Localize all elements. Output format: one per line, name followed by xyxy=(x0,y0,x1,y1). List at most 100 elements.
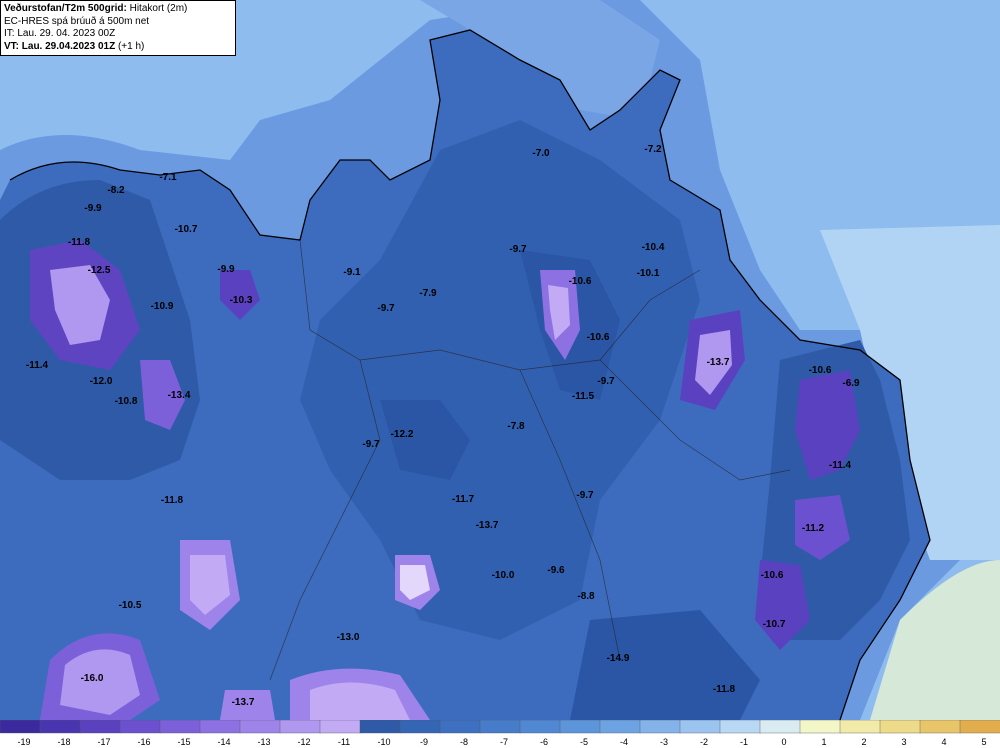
temperature-label: -6.9 xyxy=(842,378,860,389)
colorbar-swatch xyxy=(159,720,201,734)
colorbar-swatch xyxy=(839,720,881,734)
colorbar-tick: -5 xyxy=(580,737,588,747)
temperature-label: -7.8 xyxy=(507,421,525,432)
temperature-label: -12.0 xyxy=(90,376,113,387)
valid-time: VT: Lau. 29.04.2023 01Z xyxy=(4,40,116,52)
colorbar-tick: -17 xyxy=(97,737,110,747)
colorbar-swatch xyxy=(919,720,961,734)
model-description: EC-HRES spá brúuð á 500m net xyxy=(4,15,150,27)
colorbar-tick: -4 xyxy=(620,737,628,747)
temperature-label: -8.2 xyxy=(107,185,125,196)
colorbar-tick: -13 xyxy=(257,737,270,747)
temperature-label: -7.9 xyxy=(419,288,437,299)
colorbar-swatch xyxy=(959,720,1000,734)
product-subtitle: Hitakort (2m) xyxy=(129,3,188,14)
product-title: Veðurstofan/T2m 500grid: xyxy=(4,3,127,14)
colorbar-tick: 2 xyxy=(861,737,866,747)
colorbar-swatch xyxy=(0,720,41,734)
colorbar-swatch xyxy=(239,720,281,734)
colorbar-swatch xyxy=(359,720,401,734)
temperature-label: -11.8 xyxy=(161,495,184,506)
colorbar-tick: -16 xyxy=(137,737,150,747)
colorbar-tick: -12 xyxy=(297,737,310,747)
temperature-label: -10.9 xyxy=(151,301,174,312)
temperature-label: -7.1 xyxy=(159,172,177,183)
initial-time: IT: Lau. 29. 04. 2023 00Z xyxy=(4,28,116,39)
temperature-label: -10.0 xyxy=(492,570,515,581)
colorbar-tick: -18 xyxy=(57,737,70,747)
colorbar-swatch xyxy=(319,720,361,734)
temperature-label: -11.5 xyxy=(572,391,595,402)
colorbar-swatch xyxy=(559,720,601,734)
temperature-label: -8.8 xyxy=(577,591,595,602)
colorbar-tick: 5 xyxy=(981,737,986,747)
colorbar-tick: -6 xyxy=(540,737,548,747)
colorbar-swatch xyxy=(479,720,521,734)
temperature-label: -9.9 xyxy=(217,264,235,275)
colorbar-swatch xyxy=(119,720,161,734)
temperature-label: -10.6 xyxy=(761,570,784,581)
colorbar-tick: -14 xyxy=(217,737,230,747)
temperature-label: -9.7 xyxy=(576,490,594,501)
label-layer: -8.2 -7.1 -9.9 -10.7 -11.8 -12.5 -9.9 -10.3 -10.… xyxy=(26,144,860,708)
temperature-label: -9.9 xyxy=(84,203,102,214)
temperature-label: -11.4 xyxy=(829,460,852,471)
temperature-label: -10.1 xyxy=(637,268,660,279)
colorbar: -19 -18 -17 -16 -15 -14 -13 -12 -11 -10 -9 -8 -7 -6 -5… xyxy=(0,720,1000,748)
temperature-label: -11.7 xyxy=(452,494,475,505)
temperature-label: -13.4 xyxy=(168,390,191,401)
colorbar-tick: -11 xyxy=(338,737,350,747)
colorbar-tick: -7 xyxy=(500,737,508,747)
colorbar-scale: -19 -18 -17 -16 -15 -14 -13 -12 -11 -10 -9 -8 -7 -6 -5… xyxy=(0,720,1000,747)
colorbar-tick: 0 xyxy=(781,737,786,747)
temperature-label: -10.6 xyxy=(569,276,592,287)
temperature-label: -7.0 xyxy=(532,148,550,159)
temperature-label: -10.3 xyxy=(230,295,253,306)
colorbar-tick: -9 xyxy=(420,737,428,747)
temperature-label: -9.7 xyxy=(377,303,395,314)
colorbar-tick: -10 xyxy=(377,737,390,747)
temperature-label: -13.0 xyxy=(337,632,360,643)
temperature-label: -9.7 xyxy=(509,244,527,255)
colorbar-swatch xyxy=(719,720,761,734)
colorbar-tick: -2 xyxy=(700,737,708,747)
temperature-label: -10.8 xyxy=(115,396,138,407)
temperature-label: -11.4 xyxy=(26,360,49,371)
colorbar-swatch xyxy=(519,720,561,734)
temperature-label: -9.1 xyxy=(343,267,361,278)
temperature-label: -11.8 xyxy=(713,684,736,695)
colorbar-swatch xyxy=(39,720,81,734)
lead-time: (+1 h) xyxy=(117,40,145,52)
temperature-label: -10.5 xyxy=(119,600,142,611)
temperature-label: -13.7 xyxy=(232,697,255,708)
temperature-label: -10.6 xyxy=(809,365,832,376)
colorbar-swatch xyxy=(639,720,681,734)
colorbar-tick: -3 xyxy=(660,737,668,747)
temperature-label: -13.7 xyxy=(707,357,730,368)
temperature-label: -9.7 xyxy=(597,376,615,387)
colorbar-swatch xyxy=(399,720,441,734)
colorbar-tick: -19 xyxy=(17,737,30,747)
temperature-label: -10.6 xyxy=(587,332,610,343)
colorbar-swatch xyxy=(199,720,241,734)
colorbar-tick: -8 xyxy=(460,737,468,747)
colorbar-tick: 4 xyxy=(941,737,946,747)
temperature-label: -10.7 xyxy=(763,619,786,630)
temperature-label: -16.0 xyxy=(81,673,104,684)
colorbar-swatch xyxy=(279,720,321,734)
temperature-label: -9.6 xyxy=(547,565,565,576)
colorbar-tick: -15 xyxy=(177,737,190,747)
temperature-label: -14.9 xyxy=(607,653,630,664)
colorbar-tick: 1 xyxy=(821,737,826,747)
temperature-map[interactable]: -8.2 -7.1 -9.9 -10.7 -11.8 -12.5 -9.9 -10.3 -10.… xyxy=(0,0,1000,721)
colorbar-swatch xyxy=(599,720,641,734)
temperature-label: -12.5 xyxy=(88,265,111,276)
temperature-label: -10.7 xyxy=(175,224,198,235)
title-box: Veðurstofan/T2m 500grid: Hitakort (2m) E… xyxy=(0,0,236,56)
temperature-label: -12.2 xyxy=(391,429,414,440)
colorbar-swatch xyxy=(439,720,481,734)
temperature-label: -9.7 xyxy=(362,439,380,450)
temperature-label: -11.2 xyxy=(802,523,825,534)
temperature-label: -7.2 xyxy=(644,144,662,155)
temperature-label: -11.8 xyxy=(68,237,91,248)
